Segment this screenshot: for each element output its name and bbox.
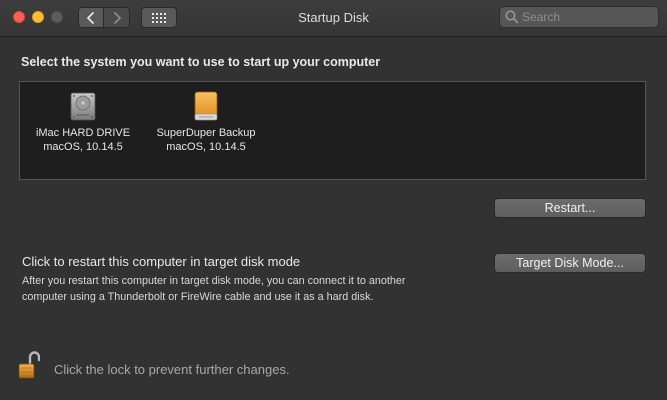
- title-bar: Startup Disk: [0, 0, 667, 37]
- disk-os-version: macOS, 10.14.5: [166, 141, 246, 153]
- disk-item-imac-hard-drive[interactable]: iMac HARD DRIVE macOS, 10.14.5: [18, 90, 148, 154]
- page-heading: Select the system you want to use to sta…: [21, 55, 381, 69]
- disk-os-version: macOS, 10.14.5: [43, 141, 123, 153]
- unlocked-lock-icon[interactable]: [18, 350, 40, 380]
- disk-item-superduper-backup[interactable]: SuperDuper Backup macOS, 10.14.5: [141, 90, 271, 154]
- internal-drive-icon: [70, 92, 96, 121]
- target-disk-mode-title: Click to restart this computer in target…: [22, 254, 301, 269]
- target-disk-mode-button[interactable]: Target Disk Mode...: [494, 253, 646, 273]
- lock-instruction: Click the lock to prevent further change…: [54, 362, 290, 377]
- disk-name: SuperDuper Backup: [156, 127, 256, 139]
- startup-disk-list: iMac HARD DRIVE macOS, 10.14.5 SuperDupe…: [19, 81, 646, 180]
- startup-disk-window: Startup Disk Select the system you want …: [0, 0, 667, 400]
- restart-button[interactable]: Restart...: [494, 198, 646, 218]
- search-field[interactable]: [499, 6, 659, 28]
- search-icon: [505, 10, 519, 24]
- target-disk-mode-description: After you restart this computer in targe…: [22, 275, 406, 303]
- search-input[interactable]: [522, 9, 652, 25]
- external-drive-icon: [194, 91, 218, 121]
- disk-name: iMac HARD DRIVE: [35, 127, 131, 139]
